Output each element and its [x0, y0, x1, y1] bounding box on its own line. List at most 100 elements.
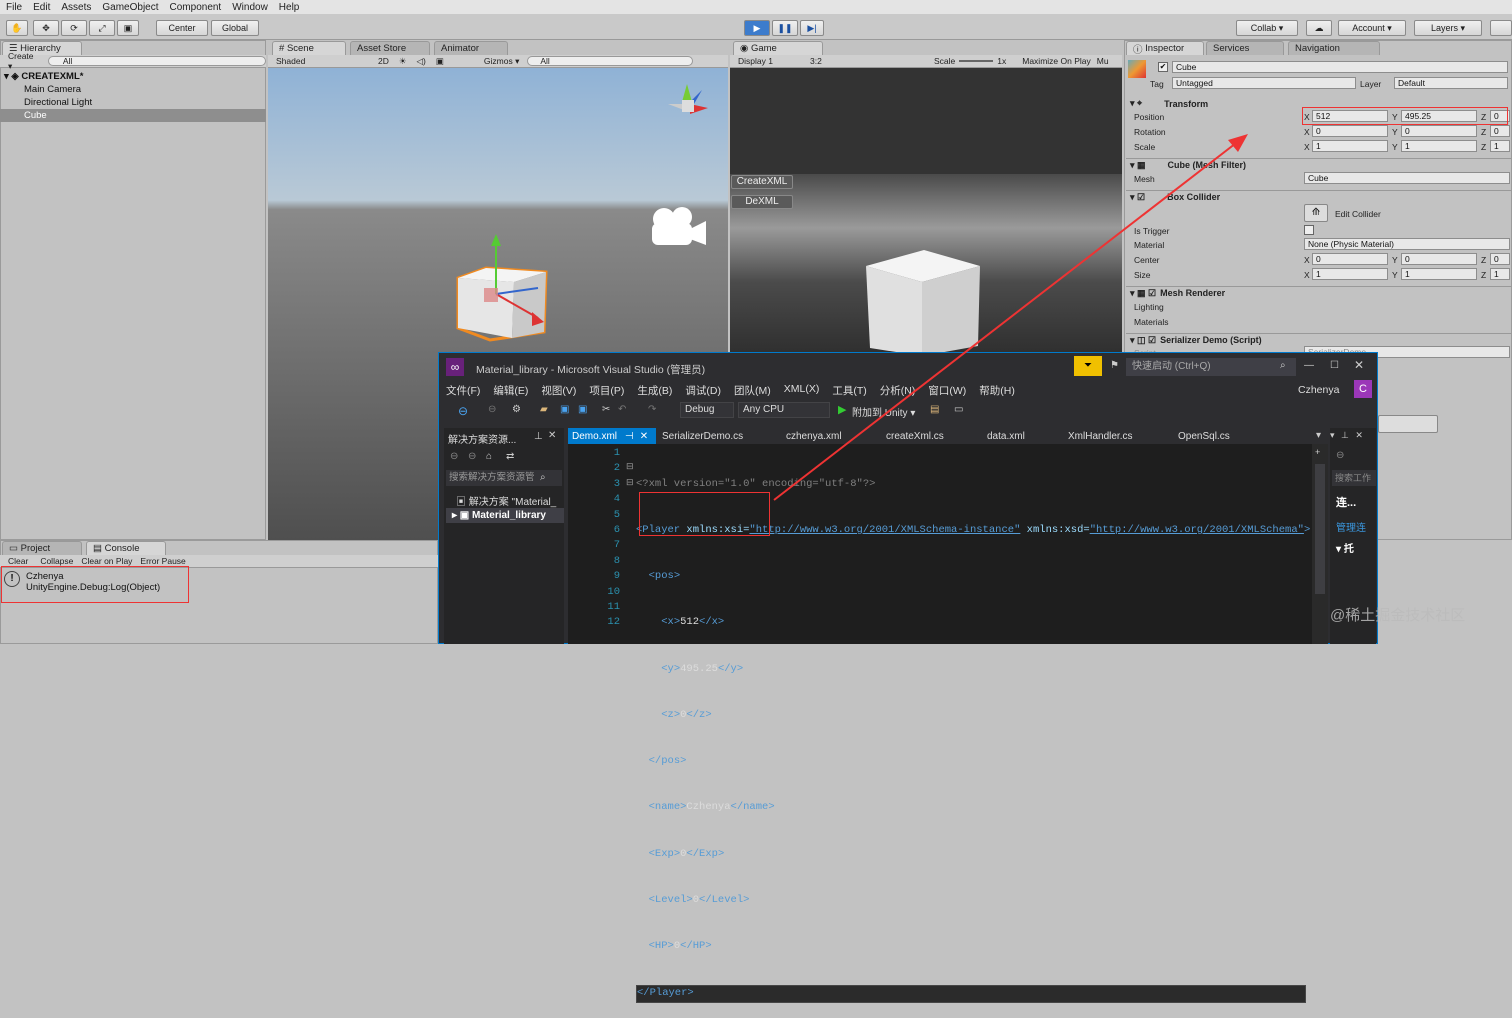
pin-icon[interactable]: ⊥ [534, 431, 543, 442]
account-dropdown[interactable]: Account ▾ [1338, 20, 1406, 36]
mesh-field[interactable]: Cube [1304, 172, 1510, 184]
tab-asset-store[interactable]: Asset Store [350, 41, 430, 55]
center-x-field[interactable]: 0 [1312, 253, 1388, 265]
move-tool-icon[interactable]: ✥ [33, 20, 59, 36]
se-back-icon[interactable]: ⊖ [450, 451, 458, 462]
menu-window[interactable]: Window [232, 2, 268, 13]
size-z-field[interactable]: 1 [1490, 268, 1510, 280]
tab-animator[interactable]: Animator [434, 41, 508, 55]
vs-menu-project[interactable]: 项目(P) [589, 383, 624, 398]
home-icon[interactable]: ⌂ [486, 451, 492, 462]
save-all-icon[interactable]: ▣ [578, 404, 587, 415]
tab-demo-xml[interactable]: Demo.xml ⊣ ✕ [568, 428, 656, 444]
rotation-y-field[interactable]: 0 [1401, 125, 1477, 137]
cut-icon[interactable]: ✂ [602, 404, 610, 415]
tab-overflow-icon[interactable]: ▾ [1316, 430, 1321, 441]
team-back-icon[interactable]: ⊖ [1336, 450, 1344, 461]
gizmos-dropdown[interactable]: Gizmos ▾ [484, 56, 519, 67]
mute-audio-toggle[interactable]: Mu [1097, 56, 1109, 66]
solution-node[interactable]: ▣ 解决方案 "Material_ [456, 493, 556, 508]
menu-assets[interactable]: Assets [61, 2, 91, 13]
pivot-center-button[interactable]: Center [156, 20, 208, 36]
team-overflow-icon[interactable]: ▾ [1330, 430, 1335, 440]
image-icon[interactable]: ▣ [436, 56, 444, 67]
edit-collider-button[interactable]: ⟰ [1304, 204, 1328, 222]
play-button[interactable]: ▶ [744, 20, 770, 36]
tab-pin-icon[interactable]: ⊣ [625, 431, 634, 442]
cube-object-icon[interactable] [452, 232, 562, 342]
back-icon[interactable]: ⊖ [458, 404, 468, 418]
rotation-z-field[interactable]: 0 [1490, 125, 1510, 137]
tab-project[interactable]: ▭ Project [2, 541, 82, 555]
cloud-icon[interactable]: ☁ [1306, 20, 1332, 36]
camera-icon[interactable] [646, 205, 708, 247]
rotate-tool-icon[interactable]: ⟳ [61, 20, 87, 36]
size-y-field[interactable]: 1 [1401, 268, 1477, 280]
tab-serializerdemo[interactable]: SerializerDemo.cs [662, 428, 743, 444]
list-item-selected[interactable]: Cube [0, 109, 266, 122]
material-field[interactable]: None (Physic Material) [1304, 238, 1510, 250]
maximize-on-play-toggle[interactable]: Maximize On Play [1022, 56, 1091, 66]
tab-inspector[interactable]: ⓘ Inspector [1126, 41, 1204, 56]
new-item-icon[interactable]: ⚙ [512, 404, 521, 415]
vs-menu-file[interactable]: 文件(F) [446, 383, 480, 398]
layout-dropdown[interactable] [1490, 20, 1512, 36]
build-config-dropdown[interactable]: Debug [680, 402, 734, 418]
menu-help[interactable]: Help [279, 2, 300, 13]
scale-z-field[interactable]: 1 [1490, 140, 1510, 152]
add-component-button[interactable] [1378, 415, 1438, 433]
close-icon[interactable]: ✕ [1354, 358, 1364, 372]
rect-tool-icon[interactable]: ▣ [117, 20, 139, 36]
list-item[interactable]: Main Camera [0, 83, 266, 96]
fold-pos-icon[interactable]: ⊟ [626, 477, 634, 488]
active-checkbox[interactable]: ✔ [1158, 62, 1168, 72]
scrollbar-thumb[interactable] [1315, 464, 1325, 594]
team-search-input[interactable]: 搜索工作 [1332, 470, 1376, 486]
tab-game[interactable]: ◉ Game [733, 41, 823, 55]
audio-icon[interactable]: ◁) [417, 56, 426, 67]
menu-gameobject[interactable]: GameObject [102, 2, 158, 13]
minimize-icon[interactable]: — [1304, 360, 1314, 371]
sun-icon[interactable]: ☀ [399, 56, 407, 67]
maximize-icon[interactable]: ☐ [1330, 360, 1339, 371]
is-trigger-checkbox[interactable] [1304, 225, 1314, 235]
tab-console[interactable]: ▤ Console [86, 541, 166, 555]
scene-search-input[interactable]: All [527, 56, 694, 66]
sync-icon[interactable]: ⇄ [506, 451, 514, 462]
menu-file[interactable]: File [6, 2, 22, 13]
hierarchy-search-input[interactable]: All [47, 56, 266, 66]
team-hosted-section[interactable]: ▾ 托 [1336, 540, 1354, 555]
scene-root[interactable]: ▾ ◈ CREATEXML* [0, 70, 266, 83]
center-z-field[interactable]: 0 [1490, 253, 1510, 265]
user-avatar[interactable]: C [1354, 380, 1372, 398]
vs-menu-build[interactable]: 生成(B) [637, 383, 672, 398]
center-y-field[interactable]: 0 [1401, 253, 1477, 265]
layers-dropdown[interactable]: Layers ▾ [1414, 20, 1482, 36]
scale-y-field[interactable]: 1 [1401, 140, 1477, 152]
collab-button[interactable]: Collab ▾ [1236, 20, 1298, 36]
team-close-icon[interactable]: ✕ [1355, 430, 1363, 440]
clear-on-play-button[interactable]: Clear on Play [81, 556, 132, 566]
se-forward-icon[interactable]: ⊖ [468, 451, 476, 462]
vs-user-name[interactable]: Czhenya [1298, 384, 1339, 396]
fold-player-icon[interactable]: ⊟ [626, 461, 634, 472]
error-pause-button[interactable]: Error Pause [140, 556, 185, 566]
scale-x-field[interactable]: 1 [1312, 140, 1388, 152]
project-node[interactable]: ▸ ▣ Material_library [446, 508, 564, 523]
size-x-field[interactable]: 1 [1312, 268, 1388, 280]
team-manage-link[interactable]: 管理连 [1336, 519, 1366, 534]
team-connect-dropdown[interactable]: 连... [1336, 494, 1356, 510]
object-name-field[interactable]: Cube [1172, 61, 1508, 73]
split-icon[interactable]: + [1315, 448, 1323, 457]
rotation-x-field[interactable]: 0 [1312, 125, 1388, 137]
forward-icon[interactable]: ⊖ [488, 404, 496, 415]
hand-tool-icon[interactable]: ✋ [6, 20, 28, 36]
vs-menu-debug[interactable]: 调试(D) [685, 383, 721, 398]
hierarchy-create-button[interactable]: Create ▾ [8, 51, 40, 72]
menu-edit[interactable]: Edit [33, 2, 50, 13]
step-button[interactable]: ▶| [800, 20, 824, 36]
toggle-2d[interactable]: 2D [378, 56, 389, 66]
undo-icon[interactable]: ↶ [618, 404, 626, 415]
scale-tool-icon[interactable]: ⤢ [89, 20, 115, 36]
vs-menu-edit[interactable]: 编辑(E) [493, 383, 528, 398]
